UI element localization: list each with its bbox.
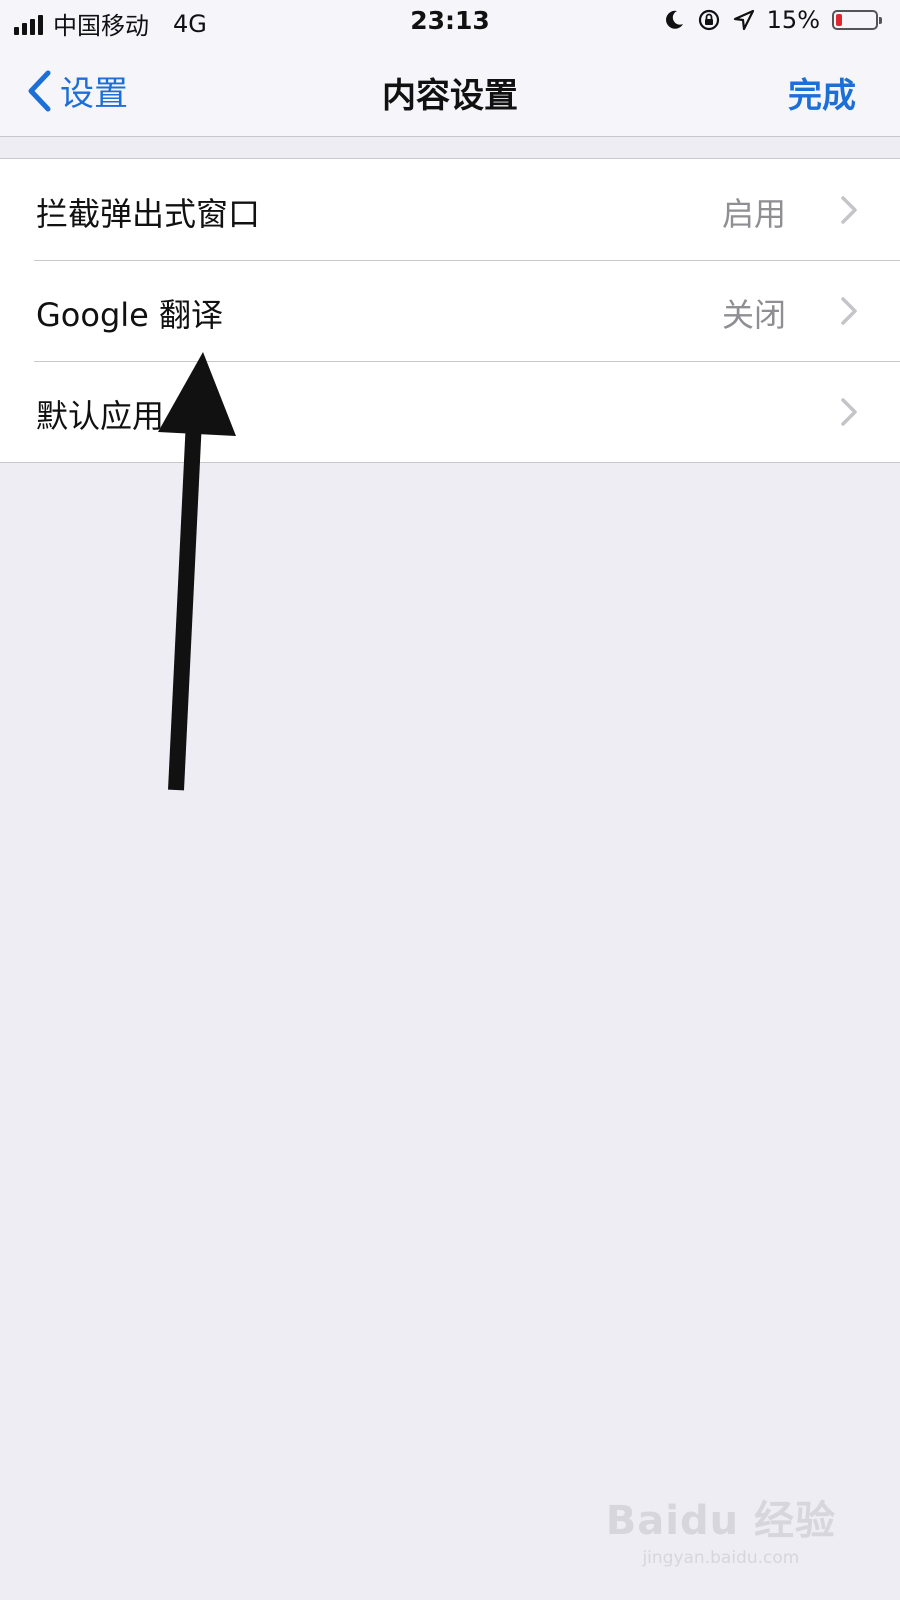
settings-row-google-translate[interactable]: Google 翻译 关闭 — [0, 260, 900, 361]
status-right: 15% — [663, 6, 882, 34]
status-bar: 中国移动 4G 23:13 15% — [0, 0, 900, 44]
chevron-right-icon — [841, 398, 857, 426]
moon-icon — [665, 10, 683, 29]
baidu-watermark: Baidu 经验 jingyan.baidu.com — [606, 1488, 836, 1568]
settings-list: 拦截弹出式窗口 启用 Google 翻译 关闭 默认应用 — [0, 158, 900, 463]
chevron-right-icon — [841, 297, 857, 325]
battery-level — [836, 14, 842, 26]
navigation-bar: 设置 内容设置 完成 — [0, 44, 900, 137]
row-label: Google 翻译 — [36, 296, 224, 334]
row-value: 启用 — [721, 195, 786, 233]
battery-percent: 15% — [766, 6, 820, 34]
settings-row-default-apps[interactable]: 默认应用 — [0, 361, 900, 462]
page-title: 内容设置 — [382, 76, 518, 116]
done-button[interactable]: 完成 — [788, 68, 856, 117]
orientation-lock-icon — [698, 9, 719, 31]
watermark-url: jingyan.baidu.com — [642, 1548, 800, 1568]
location-icon — [733, 9, 754, 31]
watermark-logo: Baidu 经验 — [605, 1498, 836, 1544]
chevron-right-icon — [841, 196, 857, 224]
settings-row-block-popups[interactable]: 拦截弹出式窗口 启用 — [0, 159, 900, 260]
row-label: 拦截弹出式窗口 — [36, 195, 261, 233]
row-value: 关闭 — [721, 296, 786, 334]
row-label: 默认应用 — [36, 397, 165, 435]
battery-icon — [832, 10, 882, 30]
